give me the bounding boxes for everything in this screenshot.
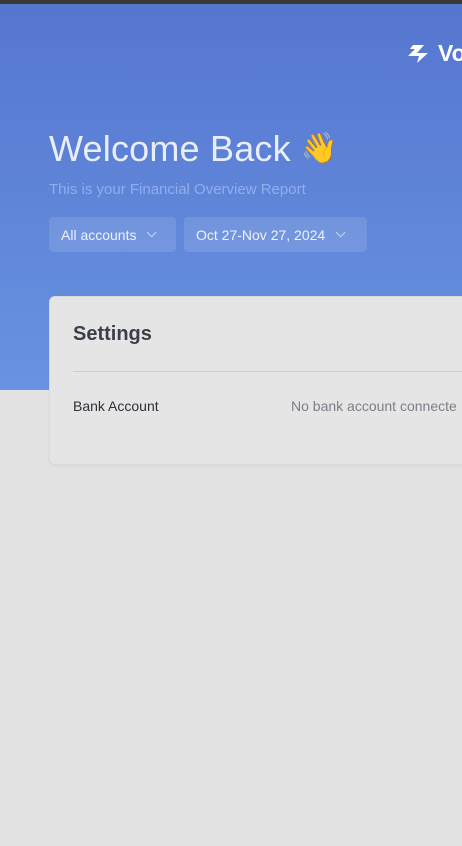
chevron-down-icon [147,227,158,238]
accounts-dropdown-label: All accounts [61,226,137,243]
welcome-title-text: Welcome Back [49,128,291,169]
brand-name: Vo [438,40,462,66]
date-range-dropdown-label: Oct 27-Nov 27, 2024 [196,226,326,243]
bank-account-value: No bank account connecte [291,398,457,414]
settings-card: Settings Bank Account No bank account co… [49,296,462,465]
date-range-dropdown[interactable]: Oct 27-Nov 27, 2024 [184,217,367,252]
settings-title: Settings [73,323,152,345]
lightning-bolt-icon [408,44,428,63]
waving-hand-icon: 👋 [300,132,339,165]
accounts-dropdown[interactable]: All accounts [49,217,176,252]
page: Vo Welcome Back 👋 This is your Financial… [0,0,462,846]
brand-logo[interactable]: Vo [404,40,462,67]
divider [73,371,462,372]
bank-account-label: Bank Account [73,398,159,414]
chevron-down-icon [335,227,346,238]
page-subtitle: This is your Financial Overview Report [49,181,306,198]
page-title: Welcome Back 👋 [49,128,338,170]
